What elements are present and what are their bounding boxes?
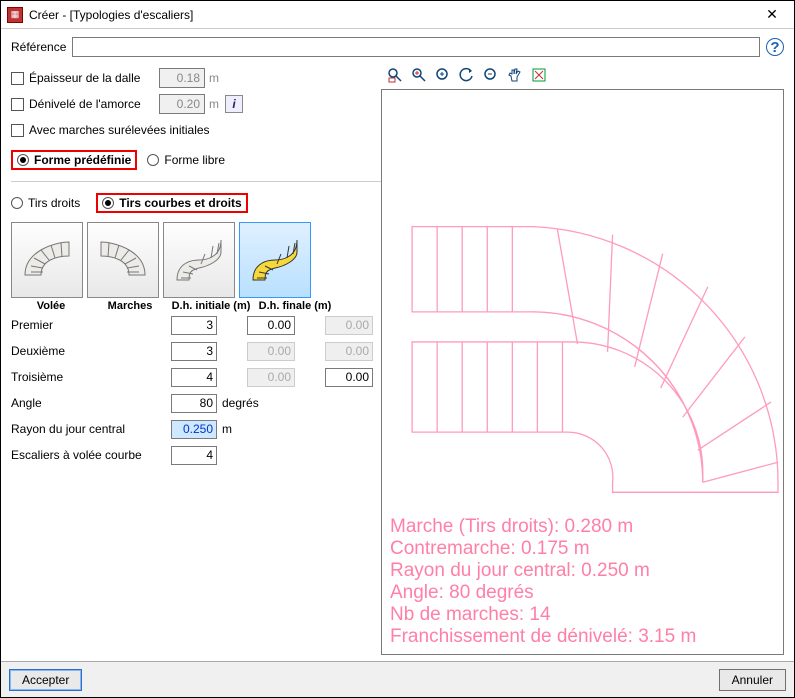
- angle-unit: degrés: [222, 396, 259, 410]
- rayon-unit: m: [222, 422, 232, 436]
- troisieme-dh-init: [247, 368, 295, 387]
- hdr-volee: Volée: [11, 300, 91, 312]
- tool-pan-icon[interactable]: [505, 65, 525, 85]
- rayon-input[interactable]: [171, 420, 217, 439]
- courbe-label: Escaliers à volée courbe: [11, 448, 171, 462]
- row-premier-label: Premier: [11, 318, 171, 332]
- troisieme-dh-final[interactable]: [325, 368, 373, 387]
- runs-curved-radio[interactable]: [102, 197, 114, 209]
- start-offset-checkbox[interactable]: [11, 98, 24, 111]
- tool-print-icon[interactable]: [529, 65, 549, 85]
- raised-initial-checkbox[interactable]: [11, 124, 24, 137]
- runs-curved-label: Tirs courbes et droits: [119, 196, 241, 210]
- thumb-s-curve[interactable]: [163, 222, 235, 298]
- start-offset-label: Dénivelé de l'amorce: [29, 97, 159, 111]
- runs-straight-label: Tirs droits: [28, 196, 80, 210]
- window-title: Créer - [Typologies d'escaliers]: [29, 8, 756, 22]
- info-contremarche: Contremarche: 0.175 m: [390, 538, 696, 560]
- courbe-input[interactable]: [171, 446, 217, 465]
- highlight-runs-curved: Tirs courbes et droits: [96, 193, 247, 213]
- info-marche: Marche (Tirs droits): 0.280 m: [390, 516, 696, 538]
- highlight-shape-predef: Forme prédéfinie: [11, 150, 137, 170]
- premier-marches[interactable]: [171, 316, 217, 335]
- info-franch: Franchissement de dénivelé: 3.15 m: [390, 626, 696, 648]
- premier-dh-init[interactable]: [247, 316, 295, 335]
- info-icon[interactable]: i: [225, 95, 243, 113]
- shape-predef-radio[interactable]: [17, 154, 29, 166]
- raised-initial-label: Avec marches surélevées initiales: [29, 123, 210, 137]
- shape-free-radio[interactable]: [147, 154, 159, 166]
- deuxieme-dh-init: [247, 342, 295, 361]
- reference-label: Référence: [11, 40, 66, 54]
- deuxieme-marches[interactable]: [171, 342, 217, 361]
- cancel-button[interactable]: Annuler: [719, 669, 786, 691]
- preview-toolbar: [385, 65, 784, 85]
- slab-thickness-input: [159, 68, 205, 88]
- app-icon: ▦: [7, 7, 23, 23]
- runs-straight-radio[interactable]: [11, 197, 23, 209]
- footer: Accepter Annuler: [1, 661, 794, 697]
- row-troisieme-label: Troisième: [11, 370, 171, 384]
- shape-predef-label: Forme prédéfinie: [34, 153, 131, 167]
- start-offset-input: [159, 94, 205, 114]
- angle-input[interactable]: [171, 394, 217, 413]
- slab-thickness-checkbox[interactable]: [11, 72, 24, 85]
- tool-zoom-extents-icon[interactable]: [409, 65, 429, 85]
- info-nb: Nb de marches: 14: [390, 604, 696, 626]
- thumb-s-curve-yellow[interactable]: [239, 222, 311, 298]
- preview-pane: Marche (Tirs droits): 0.280 m Contremarc…: [381, 89, 784, 655]
- slab-thickness-unit: m: [209, 71, 219, 85]
- reference-input[interactable]: [72, 37, 760, 57]
- hdr-marches: Marches: [91, 300, 169, 312]
- preview-info: Marche (Tirs droits): 0.280 m Contremarc…: [390, 516, 696, 648]
- titlebar: ▦ Créer - [Typologies d'escaliers] ✕: [1, 1, 794, 29]
- rayon-label: Rayon du jour central: [11, 422, 171, 436]
- hdr-dh-init: D.h. initiale (m): [169, 300, 253, 312]
- shape-free-label: Forme libre: [164, 153, 225, 167]
- premier-dh-final: [325, 316, 373, 335]
- thumb-curve-left[interactable]: [11, 222, 83, 298]
- close-button[interactable]: ✕: [756, 5, 788, 25]
- slab-thickness-label: Épaisseur de la dalle: [29, 71, 159, 85]
- accept-button[interactable]: Accepter: [9, 669, 82, 691]
- info-rayon: Rayon du jour central: 0.250 m: [390, 560, 696, 582]
- info-angle: Angle: 80 degrés: [390, 582, 696, 604]
- tool-zoom-window-icon[interactable]: [385, 65, 405, 85]
- tool-zoom-in-icon[interactable]: [433, 65, 453, 85]
- angle-label: Angle: [11, 396, 171, 410]
- troisieme-marches[interactable]: [171, 368, 217, 387]
- thumb-curve-right[interactable]: [87, 222, 159, 298]
- hdr-dh-final: D.h. finale (m): [253, 300, 337, 312]
- start-offset-unit: m: [209, 97, 219, 111]
- tool-zoom-prev-icon[interactable]: [457, 65, 477, 85]
- help-button[interactable]: ?: [766, 38, 784, 56]
- row-deuxieme-label: Deuxième: [11, 344, 171, 358]
- deuxieme-dh-final: [325, 342, 373, 361]
- tool-zoom-out-icon[interactable]: [481, 65, 501, 85]
